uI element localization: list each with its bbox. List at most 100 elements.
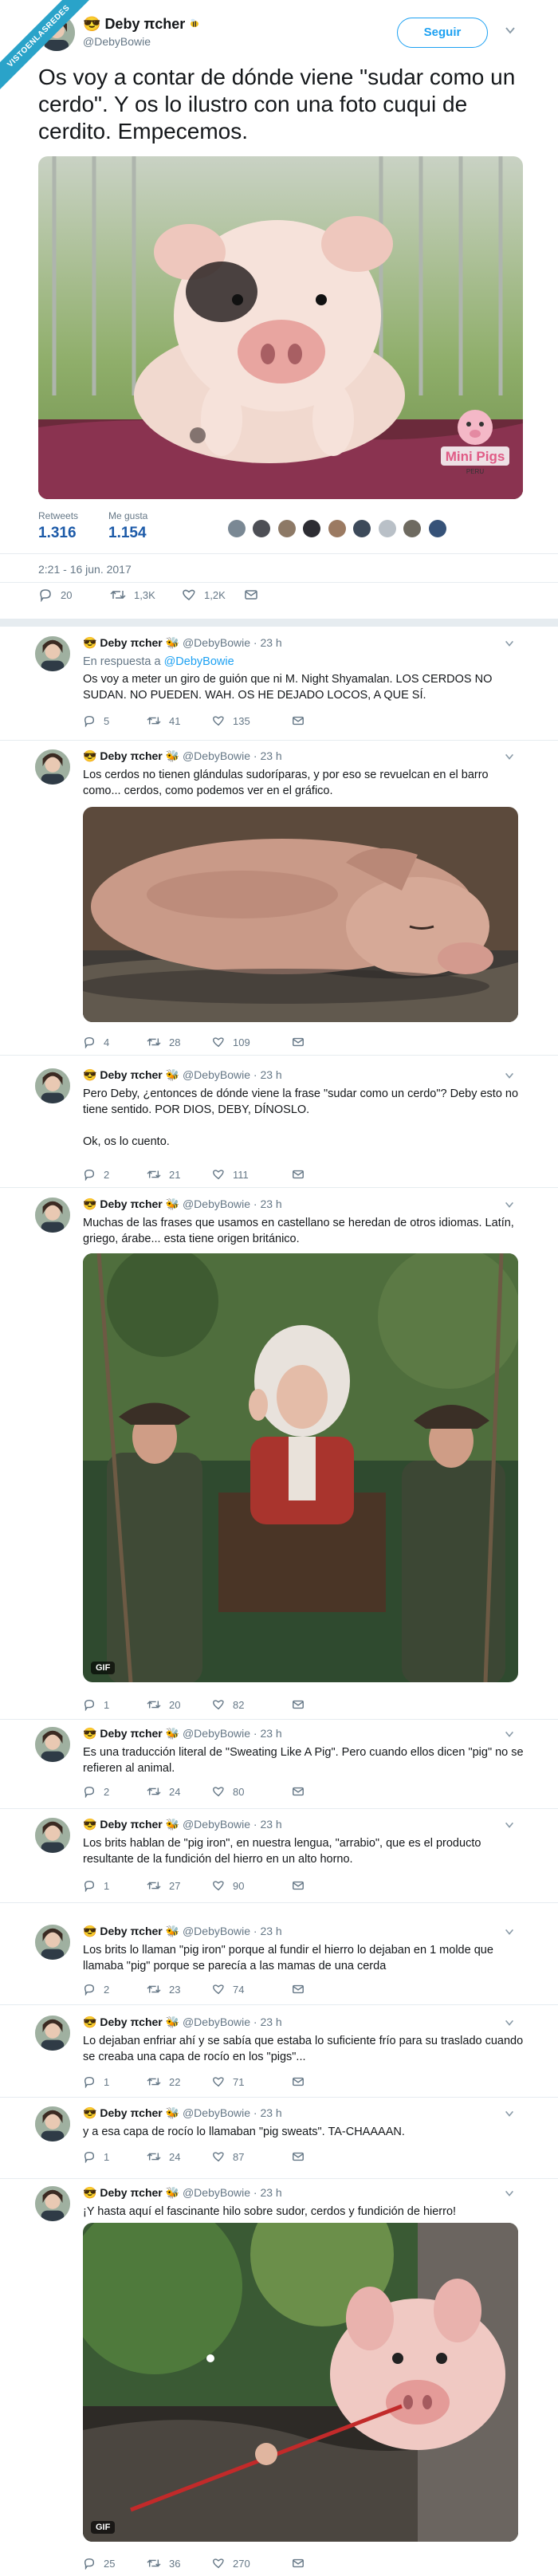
- author-handle[interactable]: @DebyBowie: [183, 749, 250, 762]
- liker-avatar[interactable]: [303, 520, 321, 537]
- retweets-stat[interactable]: Retweets 1.316: [38, 510, 78, 542]
- avatar[interactable]: [35, 2186, 70, 2221]
- reply-time[interactable]: 23 h: [260, 1198, 281, 1210]
- like-button[interactable]: 111: [212, 1166, 249, 1183]
- avatar[interactable]: [35, 1925, 70, 1960]
- dm-button[interactable]: [292, 1166, 312, 1183]
- retweet-button[interactable]: 21: [147, 1166, 180, 1183]
- liker-avatar[interactable]: [353, 520, 371, 537]
- author-name[interactable]: Deby πcher: [100, 636, 162, 649]
- author-handle[interactable]: @DebyBowie: [183, 2186, 250, 2199]
- retweet-button[interactable]: 41: [147, 712, 180, 730]
- author-handle[interactable]: @DebyBowie: [183, 1925, 250, 1937]
- reply-button[interactable]: 4: [83, 1033, 109, 1051]
- chevron-down-icon[interactable]: [504, 2188, 515, 2199]
- like-button[interactable]: 270: [212, 2554, 250, 2572]
- chevron-down-icon[interactable]: [504, 2017, 515, 2028]
- retweet-button[interactable]: 23: [147, 1980, 180, 1998]
- author-name[interactable]: Deby πcher: [100, 2016, 162, 2028]
- author-handle[interactable]: @DebyBowie: [183, 2106, 250, 2119]
- chevron-down-icon[interactable]: [504, 24, 517, 37]
- reply-time[interactable]: 23 h: [260, 2106, 281, 2119]
- tweet-gif[interactable]: GIF: [83, 2223, 518, 2542]
- liker-avatar[interactable]: [277, 520, 296, 537]
- dm-button[interactable]: [292, 1696, 312, 1713]
- like-button[interactable]: 87: [212, 2148, 244, 2165]
- chevron-down-icon[interactable]: [504, 1199, 515, 1210]
- reply-button[interactable]: 2: [83, 1783, 109, 1800]
- liker-avatar[interactable]: [253, 520, 271, 537]
- likes-stat[interactable]: Me gusta 1.154: [108, 510, 147, 542]
- tweet-photo[interactable]: Mini Pigs PERU: [38, 156, 523, 499]
- reply-time[interactable]: 23 h: [260, 2016, 281, 2028]
- reply-time[interactable]: 23 h: [260, 1925, 281, 1937]
- like-button[interactable]: 90: [212, 1877, 244, 1894]
- dm-button[interactable]: [292, 712, 312, 730]
- chevron-down-icon[interactable]: [504, 638, 515, 649]
- liker-avatar[interactable]: [328, 520, 346, 537]
- like-button[interactable]: 135: [212, 712, 250, 730]
- follow-button[interactable]: Seguir: [397, 18, 488, 48]
- reply-button[interactable]: 1: [83, 1696, 109, 1713]
- chevron-down-icon[interactable]: [504, 1819, 515, 1831]
- author-handle[interactable]: @DebyBowie: [183, 1068, 250, 1081]
- retweet-button[interactable]: 28: [147, 1033, 180, 1051]
- liker-avatar[interactable]: [403, 520, 422, 537]
- author-name[interactable]: Deby πcher: [100, 1925, 162, 1937]
- avatar[interactable]: [35, 636, 70, 671]
- like-button[interactable]: 109: [212, 1033, 250, 1051]
- reply-button[interactable]: 20: [38, 586, 72, 604]
- avatar[interactable]: [35, 749, 70, 785]
- avatar[interactable]: [35, 1198, 70, 1233]
- liker-avatar[interactable]: [428, 520, 446, 537]
- like-button[interactable]: 1,2K: [182, 586, 226, 604]
- mention-link[interactable]: @DebyBowie: [164, 655, 234, 668]
- author-handle[interactable]: @DebyBowie: [183, 1818, 250, 1831]
- dm-button[interactable]: [292, 2073, 312, 2090]
- chevron-down-icon[interactable]: [504, 1728, 515, 1740]
- reply-button[interactable]: 2: [83, 1980, 109, 1998]
- chevron-down-icon[interactable]: [504, 2108, 515, 2119]
- author-handle[interactable]: @DebyBowie: [183, 2016, 250, 2028]
- retweet-button[interactable]: 24: [147, 1783, 180, 1800]
- like-button[interactable]: 74: [212, 1980, 244, 1998]
- retweet-button[interactable]: 36: [147, 2554, 180, 2572]
- author-name[interactable]: Deby πcher: [100, 1818, 162, 1831]
- author-handle[interactable]: @DebyBowie: [183, 1727, 250, 1740]
- dm-button[interactable]: [292, 1033, 312, 1051]
- dm-button[interactable]: [292, 1980, 312, 1998]
- author-handle[interactable]: @DebyBowie: [183, 636, 250, 649]
- dm-button[interactable]: [292, 2148, 312, 2165]
- chevron-down-icon[interactable]: [504, 1070, 515, 1081]
- liker-avatar[interactable]: [378, 520, 396, 537]
- retweet-button[interactable]: 24: [147, 2148, 180, 2165]
- avatar[interactable]: [35, 1818, 70, 1853]
- author-name[interactable]: Deby πcher: [100, 2106, 162, 2119]
- chevron-down-icon[interactable]: [504, 751, 515, 762]
- avatar[interactable]: [35, 1727, 70, 1762]
- author-name[interactable]: Deby πcher: [100, 1068, 162, 1081]
- tweet-timestamp[interactable]: 2:21 - 16 jun. 2017: [38, 563, 132, 576]
- retweet-button[interactable]: 1,3K: [110, 586, 155, 604]
- avatar[interactable]: [35, 2106, 70, 2141]
- author-name[interactable]: Deby πcher: [100, 2186, 162, 2199]
- reply-button[interactable]: 1: [83, 1877, 109, 1894]
- author-handle[interactable]: @DebyBowie: [183, 1198, 250, 1210]
- reply-time[interactable]: 23 h: [260, 1068, 281, 1081]
- reply-time[interactable]: 23 h: [260, 1818, 281, 1831]
- reply-time[interactable]: 23 h: [260, 1727, 281, 1740]
- avatar[interactable]: [35, 2016, 70, 2051]
- reply-time[interactable]: 23 h: [260, 636, 281, 649]
- dm-button[interactable]: [292, 1783, 312, 1800]
- author-name[interactable]: Deby πcher: [100, 1198, 162, 1210]
- retweet-button[interactable]: 22: [147, 2073, 180, 2090]
- chevron-down-icon[interactable]: [504, 1926, 515, 1937]
- tweet-photo[interactable]: [83, 807, 518, 1022]
- tweet-gif[interactable]: GIF: [83, 1253, 518, 1682]
- reply-button[interactable]: 5: [83, 712, 109, 730]
- reply-time[interactable]: 23 h: [260, 749, 281, 762]
- reply-button[interactable]: 2: [83, 1166, 109, 1183]
- dm-button[interactable]: [292, 2554, 312, 2572]
- retweet-button[interactable]: 20: [147, 1696, 180, 1713]
- like-button[interactable]: 71: [212, 2073, 244, 2090]
